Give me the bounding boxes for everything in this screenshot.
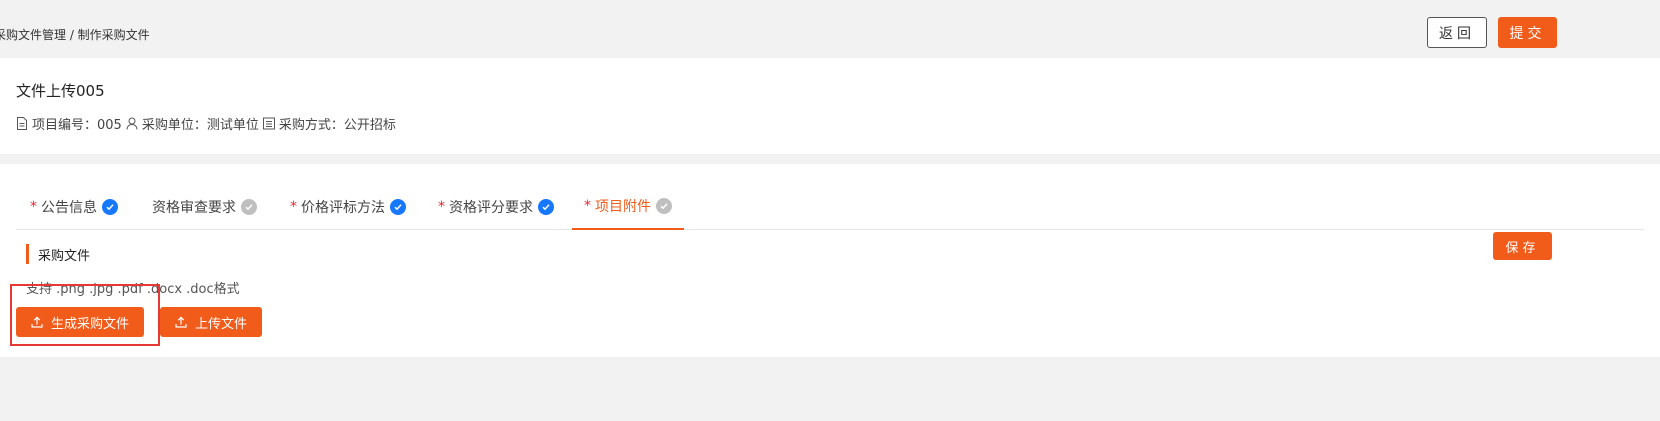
tab-label: 价格评标方法 — [301, 200, 385, 216]
tab-bar: * 公告信息 资格审查要求 * 价格评标方法 * 资格评分要求 * 项目附件 — [16, 184, 1644, 230]
check-circle-icon — [656, 198, 672, 214]
tab-label: 项目附件 — [595, 199, 651, 215]
section-accent-bar — [26, 244, 29, 264]
tab-project-attachments[interactable]: * 项目附件 — [572, 184, 684, 230]
page-title: 文件上传005 — [16, 82, 105, 100]
user-icon — [126, 117, 138, 130]
check-circle-icon — [538, 199, 554, 215]
generate-purchase-file-button[interactable]: 生成采购文件 — [16, 307, 144, 337]
check-circle-icon — [241, 199, 257, 215]
upload-icon — [175, 316, 187, 328]
submit-button[interactable]: 提交 — [1498, 17, 1557, 48]
main-panel: * 公告信息 资格审查要求 * 价格评标方法 * 资格评分要求 * 项目附件 采… — [0, 164, 1660, 357]
tab-price-evaluation[interactable]: * 价格评标方法 — [290, 184, 406, 230]
required-mark: * — [584, 198, 591, 214]
tab-label: 资格评分要求 — [449, 200, 533, 216]
document-icon — [17, 117, 27, 130]
project-info-panel: 文件上传005 项目编号：005 采购单位：测试单位 采购方式：公开招标 — [0, 58, 1660, 154]
tab-label: 资格审查要求 — [152, 200, 236, 216]
check-circle-icon — [102, 199, 118, 215]
section-header: 采购文件 — [26, 244, 90, 264]
section-title: 采购文件 — [38, 248, 91, 264]
tab-announcement-info[interactable]: * 公告信息 — [30, 184, 118, 230]
required-mark: * — [438, 199, 445, 215]
required-mark: * — [30, 199, 37, 215]
purchasing-unit: 采购单位：测试单位 — [141, 118, 259, 133]
top-bar: 采购文件管理 / 制作采购文件 返回 提交 — [0, 0, 1660, 58]
list-icon — [262, 117, 275, 130]
purchase-method: 采购方式：公开招标 — [278, 118, 396, 133]
tab-qualification-review[interactable]: 资格审查要求 — [152, 184, 257, 230]
upload-file-button[interactable]: 上传文件 — [160, 307, 262, 337]
breadcrumb: 采购文件管理 / 制作采购文件 — [0, 28, 150, 42]
tab-qualification-scoring[interactable]: * 资格评分要求 — [438, 184, 554, 230]
required-mark: * — [290, 199, 297, 215]
tab-label: 公告信息 — [41, 200, 97, 216]
button-label: 生成采购文件 — [50, 315, 129, 331]
project-code: 项目编号：005 — [32, 118, 122, 133]
button-label: 上传文件 — [194, 315, 247, 331]
save-button[interactable]: 保存 — [1493, 232, 1552, 260]
back-button[interactable]: 返回 — [1427, 17, 1487, 48]
project-meta: 项目编号：005 采购单位：测试单位 采购方式：公开招标 — [16, 114, 400, 133]
check-circle-icon — [390, 199, 406, 215]
upload-icon — [31, 316, 43, 328]
file-format-hint: 支持 .png .jpg .pdf .docx .doc格式 — [26, 282, 240, 297]
